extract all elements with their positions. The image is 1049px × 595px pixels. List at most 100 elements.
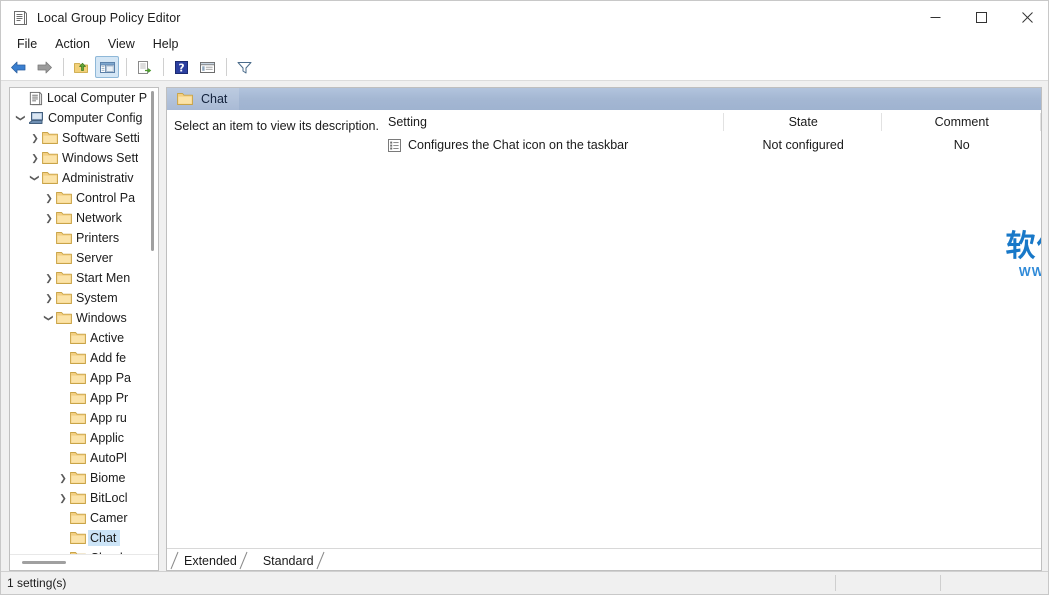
help-button[interactable]: ? [169, 56, 193, 78]
chevron-placeholder-icon [42, 248, 56, 268]
policy-editor-icon [12, 10, 28, 26]
tree-node-label: Windows [76, 311, 127, 325]
chevron-placeholder-icon [14, 88, 28, 108]
tree-node[interactable]: Active [10, 328, 149, 348]
tree-node[interactable]: Local Computer Polic [10, 88, 149, 108]
console-tree-panel: Local Computer Polic ❯ Computer Config ❯ Sof… [9, 87, 159, 571]
tree-node-label: App ru [90, 411, 127, 425]
show-hide-console-tree-button[interactable] [95, 56, 119, 78]
description-text: Select an item to view its description. [174, 119, 379, 133]
tree-node[interactable]: AutoPl [10, 448, 149, 468]
tree-node-label: Control Pa [76, 191, 136, 205]
chevron-placeholder-icon [42, 228, 56, 248]
tree-node[interactable]: Camer [10, 508, 149, 528]
tree-node[interactable]: ❯ Start Men [10, 268, 149, 288]
folder-icon [56, 251, 72, 265]
tree-node[interactable]: Applic [10, 428, 149, 448]
folder-icon [70, 351, 86, 365]
folder-icon [56, 191, 72, 205]
chevron-right-icon[interactable]: ❯ [42, 288, 56, 308]
menu-bar: File Action View Help [1, 34, 1048, 54]
tree-node-label: System [76, 291, 118, 305]
tree-node[interactable]: ❯ BitLocl [10, 488, 149, 508]
svg-text:?: ? [178, 62, 184, 74]
tree-node-label: App Pa [90, 371, 132, 385]
maximize-button[interactable] [958, 1, 1004, 34]
settings-panel-header: Chat [167, 88, 1041, 110]
policy-editor-icon [28, 91, 43, 106]
tree-horizontal-scrollbar[interactable] [10, 554, 158, 570]
folder-icon [56, 211, 72, 225]
tree-node-label: Camer [90, 511, 128, 525]
chevron-right-icon[interactable]: ❯ [28, 128, 42, 148]
export-list-button[interactable] [132, 56, 156, 78]
tree-horizontal-scrollbar-thumb[interactable] [22, 561, 66, 564]
tree-node[interactable]: Chat [10, 528, 149, 548]
folder-icon [56, 271, 72, 285]
chevron-right-icon[interactable]: ❯ [42, 268, 56, 288]
chevron-right-icon[interactable]: ❯ [42, 208, 56, 228]
status-bar-text: 1 setting(s) [7, 576, 67, 590]
up-one-level-button[interactable] [69, 56, 93, 78]
tree-vertical-scrollbar[interactable] [147, 88, 158, 555]
tab-standard[interactable]: Standard [248, 551, 326, 570]
minimize-button[interactable] [912, 1, 958, 34]
tree-node[interactable]: App Pa [10, 368, 149, 388]
tree-node[interactable]: ❯ Control Pa [10, 188, 149, 208]
filter-button[interactable] [232, 56, 256, 78]
tree-node[interactable]: ❯ Windows Sett [10, 148, 149, 168]
tree-node-label: Software Setti [62, 131, 140, 145]
folder-icon [70, 371, 86, 385]
chevron-right-icon[interactable]: ❯ [56, 468, 70, 488]
tree-node[interactable]: ❯ Computer Config [10, 108, 149, 128]
tab-right-slash-icon [239, 551, 249, 570]
console-tree[interactable]: Local Computer Polic ❯ Computer Config ❯ Sof… [10, 88, 149, 555]
folder-icon [70, 331, 86, 345]
chevron-down-icon[interactable]: ❯ [11, 111, 31, 125]
tree-node[interactable]: ❯ Network [10, 208, 149, 228]
tree-node[interactable]: App ru [10, 408, 149, 428]
tree-node[interactable]: ❯ Windows [10, 308, 149, 328]
back-button[interactable] [6, 56, 30, 78]
table-row[interactable]: Configures the Chat icon on the taskbar … [382, 134, 1041, 156]
chevron-placeholder-icon [56, 328, 70, 348]
folder-icon [42, 151, 58, 165]
column-header-setting[interactable]: Setting [382, 110, 724, 134]
close-button[interactable] [1004, 1, 1048, 34]
setting-name: Configures the Chat icon on the taskbar [408, 138, 629, 152]
chevron-right-icon[interactable]: ❯ [56, 488, 70, 508]
folder-icon [56, 291, 72, 305]
tree-node-label: Windows Sett [62, 151, 139, 165]
tree-vertical-scrollbar-thumb[interactable] [151, 91, 154, 251]
tree-node[interactable]: ❯ System [10, 288, 149, 308]
menu-action[interactable]: Action [47, 35, 98, 53]
properties-button[interactable] [195, 56, 219, 78]
tree-node[interactable]: ❯ Biome [10, 468, 149, 488]
forward-button[interactable] [32, 56, 56, 78]
chevron-right-icon[interactable]: ❯ [28, 148, 42, 168]
folder-icon [70, 511, 86, 525]
tree-node[interactable]: App Pr [10, 388, 149, 408]
tree-node-label: Start Men [76, 271, 131, 285]
status-bar-cell-2 [836, 572, 940, 595]
chevron-down-icon[interactable]: ❯ [39, 311, 59, 325]
tree-node[interactable]: Server [10, 248, 149, 268]
column-header-comment[interactable]: Comment [882, 110, 1041, 134]
cell-setting: Configures the Chat icon on the taskbar [382, 138, 724, 152]
column-header-state[interactable]: State [724, 110, 883, 134]
tree-node-label: Biome [90, 471, 126, 485]
folder-icon [70, 391, 86, 405]
tree-node[interactable]: Printers [10, 228, 149, 248]
chevron-placeholder-icon [56, 528, 70, 548]
menu-file[interactable]: File [9, 35, 45, 53]
tree-node[interactable]: ❯ Administrativ [10, 168, 149, 188]
chevron-down-icon[interactable]: ❯ [25, 171, 45, 185]
tab-extended[interactable]: Extended [170, 551, 249, 570]
chevron-right-icon[interactable]: ❯ [42, 188, 56, 208]
tree-node[interactable]: ❯ Software Setti [10, 128, 149, 148]
menu-view[interactable]: View [100, 35, 143, 53]
window-controls [912, 1, 1048, 34]
settings-panel-title: Chat [201, 92, 228, 106]
tree-node[interactable]: Add fe [10, 348, 149, 368]
menu-help[interactable]: Help [145, 35, 187, 53]
